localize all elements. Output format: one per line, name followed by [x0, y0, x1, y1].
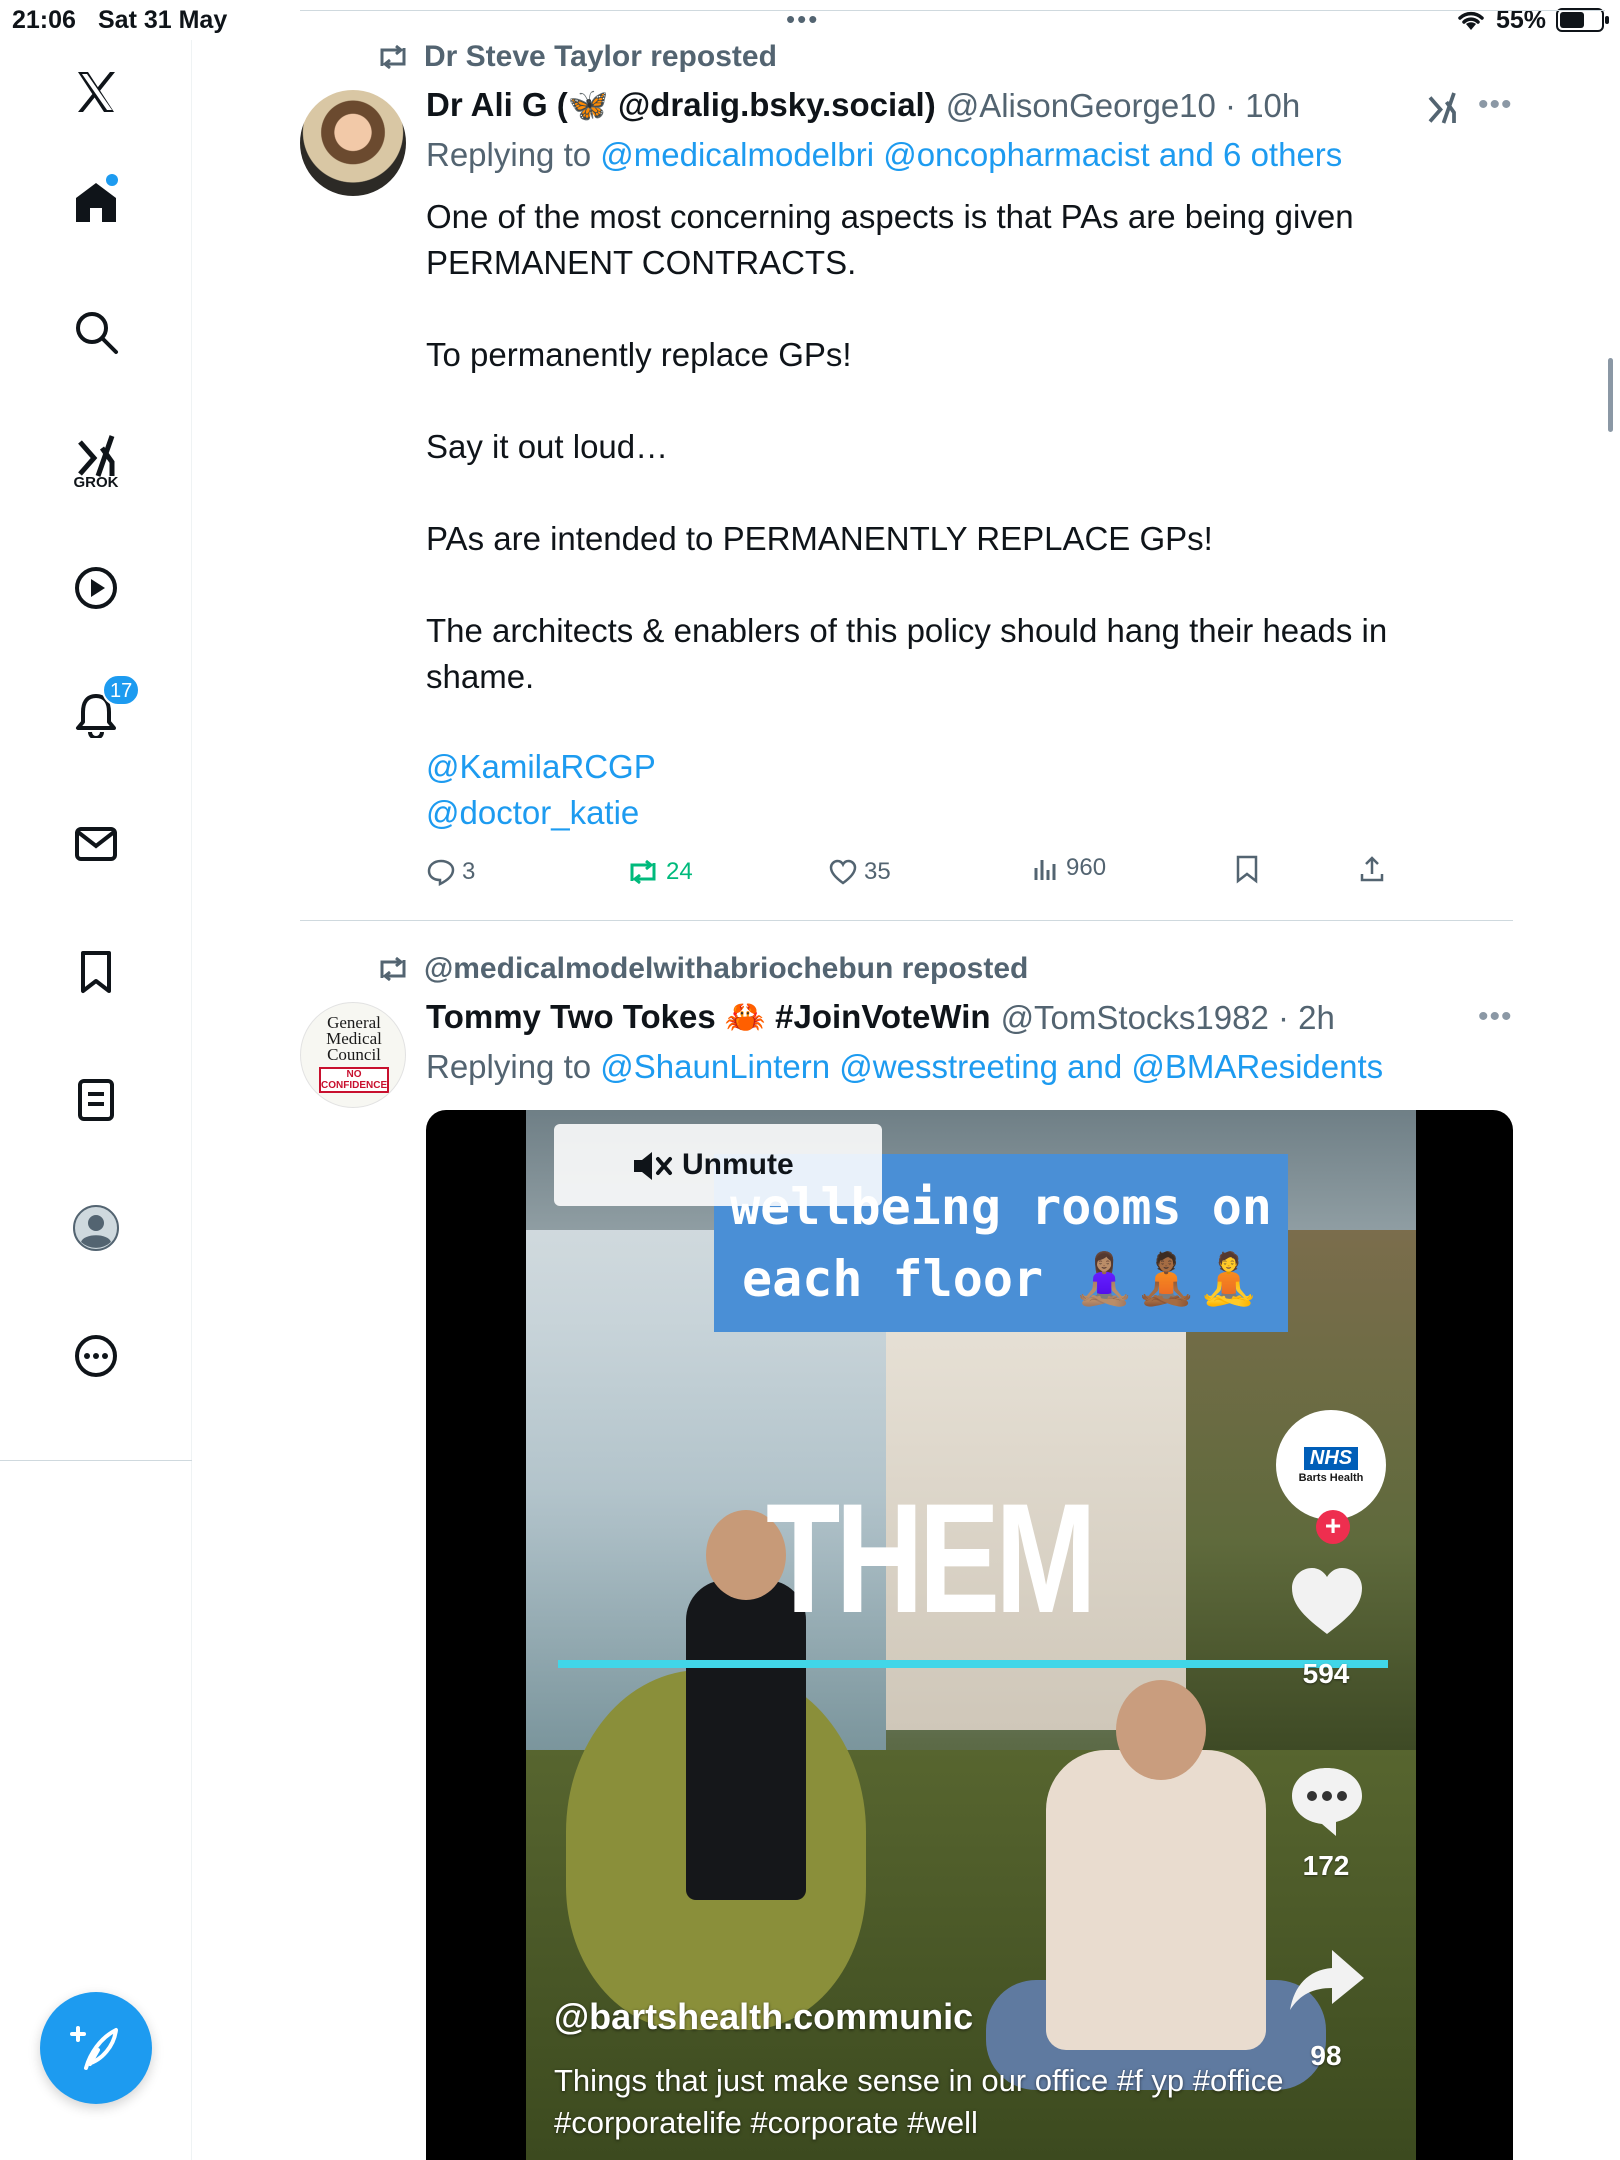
heart-icon: [829, 859, 857, 885]
video-overlay-caption: Things that just make sense in our offic…: [554, 2063, 1284, 2140]
scrollbar-thumb[interactable]: [1608, 358, 1613, 432]
avatar[interactable]: General Medical Council NO CONFIDENCE: [300, 1002, 406, 1108]
video-share-icon[interactable]: [1286, 1940, 1368, 2022]
share-button[interactable]: [1358, 854, 1386, 884]
compose-button[interactable]: [40, 1992, 152, 2104]
nhs-avatar[interactable]: NHS Barts Health: [1276, 1410, 1386, 1520]
lists-icon[interactable]: [60, 1064, 132, 1136]
repost-button[interactable]: 24: [626, 858, 693, 886]
mention-link[interactable]: @doctor_katie: [426, 794, 639, 832]
views-count: 960: [1066, 854, 1107, 881]
bookmark-icon: [1236, 855, 1258, 884]
compose-icon: [70, 2026, 118, 2070]
video-icon[interactable]: [60, 552, 132, 624]
unmute-label: Unmute: [682, 1148, 794, 1181]
nhs-subtitle: Barts Health: [1298, 1471, 1364, 1484]
views-button[interactable]: 960: [1032, 854, 1106, 882]
tweet-text-line: PERMANENT CONTRACTS.: [426, 244, 857, 281]
sidebar: GROK 17: [0, 40, 192, 2160]
bookmarks-icon[interactable]: [60, 936, 132, 1008]
video-frame: wellbeing rooms on each floor 🧘🏽‍♀️🧘🏾🧘 T…: [526, 1110, 1416, 2160]
video-overlay-handle: @bartshealth.communic: [554, 1996, 974, 2037]
messages-icon[interactable]: [60, 808, 132, 880]
avatar-text: NO: [346, 1069, 362, 1080]
views-icon: [1034, 860, 1056, 880]
tweet-text-line: One of the most concerning aspects is th…: [426, 198, 1354, 235]
author-handle[interactable]: @AlisonGeorge10 · 10h: [946, 87, 1301, 125]
tweet-header: Tommy Two Tokes 🦀 #JoinVoteWin @TomStock…: [426, 998, 1335, 1037]
like-count: 35: [864, 858, 891, 885]
notifications-icon[interactable]: 17: [60, 674, 141, 750]
repost-icon: [630, 859, 656, 885]
unmute-button[interactable]: Unmute: [554, 1124, 882, 1206]
home-icon[interactable]: [60, 166, 132, 238]
x-logo-icon[interactable]: [60, 56, 132, 128]
replying-to-links[interactable]: @medicalmodelbri @oncopharmacist and 6 o…: [600, 136, 1342, 173]
profile-icon[interactable]: [60, 1192, 132, 1264]
replying-to: Replying to @medicalmodelbri @oncopharma…: [426, 136, 1342, 174]
status-date: Sat 31 May: [98, 6, 228, 34]
more-options-icon[interactable]: •••: [1478, 88, 1513, 122]
multitask-dots-icon[interactable]: •••: [786, 4, 819, 35]
tweet-header: Dr Ali G (🦋 @dralig.bsky.social) @Alison…: [426, 86, 1300, 125]
repost-indicator[interactable]: Dr Steve Taylor reposted: [376, 40, 777, 74]
bookmark-button[interactable]: [1234, 854, 1260, 884]
tweet-text-line: To permanently replace GPs!: [426, 336, 852, 373]
mention-link[interactable]: @KamilaRCGP: [426, 748, 656, 786]
repost-icon: [380, 44, 406, 70]
grok-label: GROK: [73, 474, 119, 491]
grok-icon[interactable]: GROK: [60, 420, 132, 492]
top-divider: [300, 10, 1605, 11]
repost-label: @medicalmodelwithabriochebun reposted: [424, 952, 1029, 985]
author-name[interactable]: Dr Ali G (🦋 @dralig.bsky.social): [426, 86, 936, 125]
author-handle[interactable]: @TomStocks1982 · 2h: [1001, 999, 1335, 1037]
video-big-text: THEM: [766, 1472, 1097, 1646]
repost-indicator[interactable]: @medicalmodelwithabriochebun reposted: [376, 952, 1028, 986]
person: [1046, 1750, 1266, 2050]
tweet-text-line: The architects & enablers of this policy…: [426, 612, 1388, 649]
video-like-count: 594: [1302, 1658, 1350, 1689]
repost-count: 24: [666, 858, 693, 885]
notifications-badge: 17: [102, 674, 141, 706]
reply-button[interactable]: 3: [426, 858, 475, 886]
video-heart-icon[interactable]: [1286, 1560, 1368, 1642]
sidebar-divider: [0, 1460, 192, 1461]
video-comment-count: 172: [1302, 1850, 1350, 1881]
repost-icon: [380, 956, 406, 982]
video-progress-line: [558, 1660, 1388, 1668]
video-comment-icon[interactable]: [1286, 1760, 1368, 1842]
avatar[interactable]: [300, 90, 406, 196]
avatar-text: Council: [327, 1045, 381, 1064]
tweet-divider: [300, 920, 1513, 921]
status-time: 21:06: [12, 6, 76, 34]
video-caption-line: each floor 🧘🏽‍♀️🧘🏾🧘: [742, 1250, 1260, 1308]
author-name[interactable]: Tommy Two Tokes 🦀 #JoinVoteWin: [426, 998, 991, 1037]
replying-to-links[interactable]: @ShaunLintern @wesstreeting and @BMAResi…: [600, 1048, 1383, 1085]
person-head: [1116, 1680, 1206, 1780]
share-icon: [1360, 856, 1384, 882]
search-icon[interactable]: [60, 296, 132, 368]
wifi-icon: [1456, 8, 1486, 39]
battery-icon: [1556, 8, 1609, 32]
home-badge-dot: [106, 174, 118, 186]
replying-to: Replying to @ShaunLintern @wesstreeting …: [426, 1048, 1383, 1086]
like-button[interactable]: 35: [828, 858, 891, 886]
status-bar: 21:06 Sat 31 May ••• 55%: [0, 0, 1620, 40]
video-player[interactable]: wellbeing rooms on each floor 🧘🏽‍♀️🧘🏾🧘 T…: [426, 1110, 1513, 2160]
more-options-icon[interactable]: •••: [1478, 1000, 1513, 1034]
reply-icon: [427, 859, 455, 886]
tweet-text-line: PAs are intended to PERMANENTLY REPLACE …: [426, 520, 1213, 557]
avatar-text: CONFIDENCE: [321, 1080, 388, 1091]
repost-label: Dr Steve Taylor reposted: [424, 40, 777, 73]
nhs-logo: NHS: [1303, 1446, 1359, 1470]
muted-speaker-icon: [634, 1152, 672, 1180]
replying-prefix: Replying to: [426, 136, 601, 173]
replying-prefix: Replying to: [426, 1048, 601, 1085]
tweet-text-line: Say it out loud…: [426, 428, 669, 465]
more-circle-icon[interactable]: [60, 1320, 132, 1392]
tweet-text-line: shame.: [426, 658, 535, 695]
reply-count: 3: [462, 858, 476, 885]
follow-plus-icon[interactable]: +: [1316, 1510, 1350, 1544]
grok-explain-icon[interactable]: [1424, 90, 1460, 131]
